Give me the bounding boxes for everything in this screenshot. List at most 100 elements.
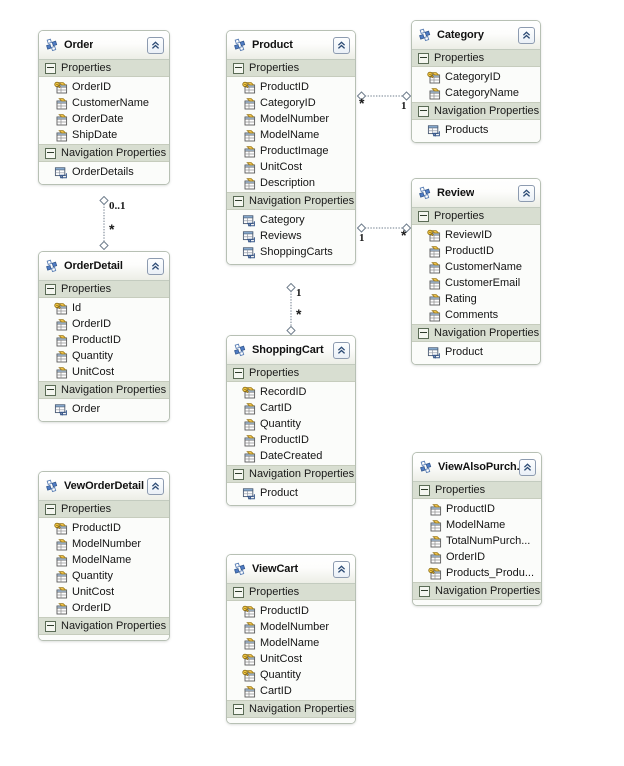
property-row[interactable]: CartID xyxy=(227,683,355,699)
property-row[interactable]: ProductID xyxy=(413,501,541,517)
property-row[interactable]: Products_Produ... xyxy=(413,565,541,581)
navigation-properties-section-header[interactable]: Navigation Properties xyxy=(39,144,169,162)
property-row[interactable]: OrderDate xyxy=(39,111,169,127)
properties-section-header[interactable]: Properties xyxy=(227,60,355,77)
collapse-minus-icon[interactable] xyxy=(233,62,244,74)
entity-category[interactable]: Category Properties CategoryID CategoryName… xyxy=(411,20,541,143)
entity-orderdetail[interactable]: OrderDetail Properties Id OrderID ProductID Q… xyxy=(38,251,170,422)
entity-header-viewalsopurchased[interactable]: ViewAlsoPurch... xyxy=(413,453,541,482)
collapse-minus-icon[interactable] xyxy=(419,585,430,597)
collapse-minus-icon[interactable] xyxy=(233,703,244,715)
collapse-minus-icon[interactable] xyxy=(233,586,244,598)
properties-section-header[interactable]: Properties xyxy=(39,281,169,298)
entity-viewalsopurchased[interactable]: ViewAlsoPurch... Properties ProductID Model… xyxy=(412,452,542,606)
entity-header-viewcart[interactable]: ViewCart xyxy=(227,555,355,584)
property-row[interactable]: CategoryName xyxy=(412,85,540,101)
property-row[interactable]: OrderID xyxy=(39,600,169,616)
property-row[interactable]: ModelName xyxy=(227,127,355,143)
entity-header-orderdetail[interactable]: OrderDetail xyxy=(39,252,169,281)
entity-header-category[interactable]: Category xyxy=(412,21,540,50)
entity-header-order[interactable]: Order xyxy=(39,31,169,60)
navigation-properties-section-header[interactable]: Navigation Properties xyxy=(412,324,540,342)
property-row[interactable]: ProductID xyxy=(227,603,355,619)
chevron-double-up-icon[interactable] xyxy=(518,185,535,202)
collapse-minus-icon[interactable] xyxy=(45,620,56,632)
collapse-minus-icon[interactable] xyxy=(233,468,244,480)
entity-vieworderdetail[interactable]: VewOrderDetail Properties ProductID ModelNu… xyxy=(38,471,170,641)
property-row[interactable]: ProductID xyxy=(39,520,169,536)
entity-header-product[interactable]: Product xyxy=(227,31,355,60)
collapse-minus-icon[interactable] xyxy=(45,62,56,74)
property-row[interactable]: CategoryID xyxy=(412,69,540,85)
navigation-properties-section-header[interactable]: Navigation Properties xyxy=(227,192,355,210)
property-row[interactable]: ProductID xyxy=(412,243,540,259)
property-row[interactable]: ShipDate xyxy=(39,127,169,143)
collapse-minus-icon[interactable] xyxy=(233,195,244,207)
property-row[interactable]: UnitCost xyxy=(39,364,169,380)
property-row[interactable]: Comments xyxy=(412,307,540,323)
chevron-double-up-icon[interactable] xyxy=(518,27,535,44)
chevron-double-up-icon[interactable] xyxy=(147,258,164,275)
property-row[interactable]: ModelName xyxy=(39,552,169,568)
properties-section-header[interactable]: Properties xyxy=(227,584,355,601)
property-row[interactable]: CartID xyxy=(227,400,355,416)
navigation-properties-section-header[interactable]: Navigation Properties xyxy=(412,102,540,120)
collapse-minus-icon[interactable] xyxy=(233,367,244,379)
navigation-properties-section-header[interactable]: Navigation Properties xyxy=(227,465,355,483)
chevron-double-up-icon[interactable] xyxy=(147,37,164,54)
collapse-minus-icon[interactable] xyxy=(45,503,56,515)
property-row[interactable]: Quantity xyxy=(39,568,169,584)
entity-header-shoppingcart[interactable]: ShoppingCart xyxy=(227,336,355,365)
entity-shoppingcart[interactable]: ShoppingCart Properties RecordID CartID Quan… xyxy=(226,335,356,506)
navigation-properties-section-header[interactable]: Navigation Properties xyxy=(39,381,169,399)
navigation-property-row[interactable]: Product xyxy=(412,344,540,360)
property-row[interactable]: Rating xyxy=(412,291,540,307)
property-row[interactable]: OrderID xyxy=(413,549,541,565)
property-row[interactable]: ModelNumber xyxy=(227,111,355,127)
property-row[interactable]: Id xyxy=(39,300,169,316)
property-row[interactable]: CustomerName xyxy=(412,259,540,275)
properties-section-header[interactable]: Properties xyxy=(39,60,169,77)
property-row[interactable]: ProductID xyxy=(227,79,355,95)
navigation-property-row[interactable]: Order xyxy=(39,401,169,417)
collapse-minus-icon[interactable] xyxy=(419,484,430,496)
entity-viewcart[interactable]: ViewCart Properties ProductID ModelNumber Mo… xyxy=(226,554,356,724)
model-designer-canvas[interactable]: Order Properties OrderID CustomerName OrderD… xyxy=(0,0,624,766)
property-row[interactable]: DateCreated xyxy=(227,448,355,464)
properties-section-header[interactable]: Properties xyxy=(412,208,540,225)
property-row[interactable]: ModelName xyxy=(227,635,355,651)
property-row[interactable]: Quantity xyxy=(39,348,169,364)
properties-section-header[interactable]: Properties xyxy=(413,482,541,499)
chevron-double-up-icon[interactable] xyxy=(333,342,350,359)
property-row[interactable]: UnitCost xyxy=(227,159,355,175)
property-row[interactable]: CategoryID xyxy=(227,95,355,111)
chevron-double-up-icon[interactable] xyxy=(519,459,536,476)
navigation-property-row[interactable]: Category xyxy=(227,212,355,228)
collapse-minus-icon[interactable] xyxy=(418,52,429,64)
property-row[interactable]: CustomerEmail xyxy=(412,275,540,291)
property-row[interactable]: ProductID xyxy=(39,332,169,348)
property-row[interactable]: ReviewID xyxy=(412,227,540,243)
properties-section-header[interactable]: Properties xyxy=(39,501,169,518)
entity-header-review[interactable]: Review xyxy=(412,179,540,208)
chevron-double-up-icon[interactable] xyxy=(333,37,350,54)
property-row[interactable]: ModelNumber xyxy=(227,619,355,635)
properties-section-header[interactable]: Properties xyxy=(227,365,355,382)
navigation-properties-section-header[interactable]: Navigation Properties xyxy=(227,700,355,718)
navigation-property-row[interactable]: Reviews xyxy=(227,228,355,244)
property-row[interactable]: ModelName xyxy=(413,517,541,533)
property-row[interactable]: Description xyxy=(227,175,355,191)
navigation-property-row[interactable]: OrderDetails xyxy=(39,164,169,180)
navigation-property-row[interactable]: ShoppingCarts xyxy=(227,244,355,260)
navigation-properties-section-header[interactable]: Navigation Properties xyxy=(39,617,169,635)
collapse-minus-icon[interactable] xyxy=(45,283,56,295)
chevron-double-up-icon[interactable] xyxy=(147,478,164,495)
collapse-minus-icon[interactable] xyxy=(418,210,429,222)
chevron-double-up-icon[interactable] xyxy=(333,561,350,578)
property-row[interactable]: OrderID xyxy=(39,316,169,332)
properties-section-header[interactable]: Properties xyxy=(412,50,540,67)
property-row[interactable]: TotalNumPurch... xyxy=(413,533,541,549)
entity-header-vieworderdetail[interactable]: VewOrderDetail xyxy=(39,472,169,501)
property-row[interactable]: ProductImage xyxy=(227,143,355,159)
collapse-minus-icon[interactable] xyxy=(45,384,56,396)
